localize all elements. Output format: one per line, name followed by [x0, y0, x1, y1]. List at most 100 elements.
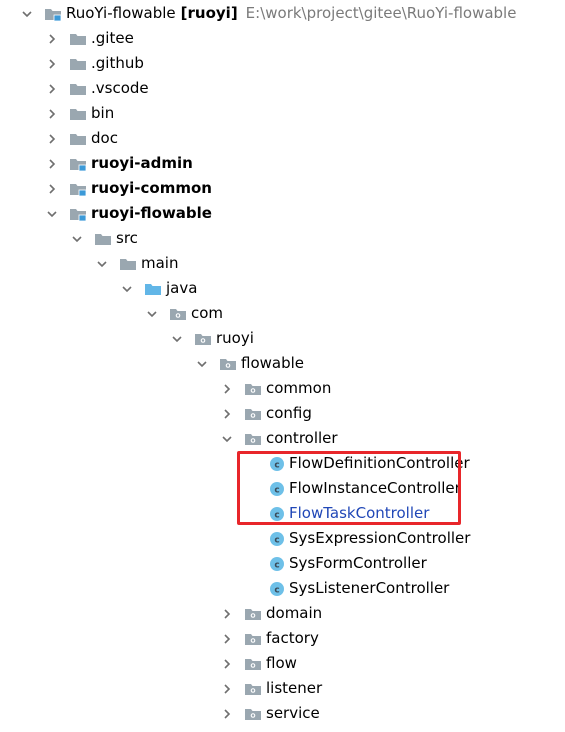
tree-item[interactable]: factory [0, 626, 565, 651]
class-item[interactable]: c SysFormController [0, 551, 565, 576]
class-item[interactable]: c SysListenerController [0, 576, 565, 601]
tree-item[interactable]: doc [0, 126, 565, 151]
tree-item-label: common [266, 379, 332, 397]
tree-item[interactable]: config [0, 401, 565, 426]
tree-item[interactable]: .vscode [0, 76, 565, 101]
tree-item-label: flow [266, 654, 297, 672]
package-icon [244, 606, 262, 622]
tree-item[interactable]: flow [0, 651, 565, 676]
package-icon [244, 406, 262, 422]
package-icon [244, 431, 262, 447]
tree-item[interactable]: ruoyi [0, 326, 565, 351]
chevron-right-icon[interactable] [45, 107, 59, 121]
highlight-box [237, 451, 461, 525]
package-icon [244, 706, 262, 722]
chevron-right-icon[interactable] [45, 182, 59, 196]
chevron-down-icon[interactable] [20, 7, 34, 21]
tree-item-label: .vscode [91, 79, 149, 97]
tree-item[interactable]: .gitee [0, 26, 565, 51]
tree-item-label: com [191, 304, 224, 322]
tree-item-label: ruoyi-common [91, 179, 212, 197]
tree-item[interactable]: main [0, 251, 565, 276]
folder-icon [69, 131, 87, 147]
class-icon: c [269, 556, 285, 572]
chevron-down-icon[interactable] [145, 307, 159, 321]
chevron-right-icon[interactable] [220, 657, 234, 671]
chevron-right-icon[interactable] [45, 132, 59, 146]
chevron-down-icon[interactable] [70, 232, 84, 246]
chevron-down-icon[interactable] [95, 257, 109, 271]
tree-item-label: SysListenerController [289, 579, 450, 597]
chevron-right-icon[interactable] [45, 32, 59, 46]
tree-item[interactable]: ruoyi-flowable [0, 201, 565, 226]
class-icon: c [269, 531, 285, 547]
tree-item-label: bin [91, 104, 115, 122]
package-icon [169, 306, 187, 322]
package-icon [194, 331, 212, 347]
tree-item-label: SysExpressionController [289, 529, 471, 547]
tree-item[interactable]: java [0, 276, 565, 301]
module-folder-icon [69, 206, 87, 222]
chevron-right-icon[interactable] [220, 607, 234, 621]
tree-item-label: service [266, 704, 320, 722]
svg-text:c: c [274, 560, 279, 570]
tree-item-label: RuoYi-flowable [66, 4, 176, 22]
tree-item[interactable]: .github [0, 51, 565, 76]
chevron-down-icon[interactable] [120, 282, 134, 296]
tree-item[interactable]: ruoyi-admin [0, 151, 565, 176]
tree-item-label: SysFormController [289, 554, 427, 572]
chevron-right-icon[interactable] [220, 632, 234, 646]
chevron-right-icon[interactable] [45, 82, 59, 96]
chevron-right-icon[interactable] [45, 157, 59, 171]
tree-item[interactable]: com [0, 301, 565, 326]
project-tree: RuoYi-flowable [ruoyi] E:\work\project\git… [0, 0, 565, 732]
tree-item-label: controller [266, 429, 338, 447]
tree-item-label: ruoyi [216, 329, 254, 347]
folder-icon [94, 231, 112, 247]
chevron-right-icon[interactable] [45, 57, 59, 71]
tree-item-label: doc [91, 129, 118, 147]
tree-item[interactable]: listener [0, 676, 565, 701]
package-icon [219, 356, 237, 372]
chevron-down-icon[interactable] [170, 332, 184, 346]
chevron-down-icon[interactable] [220, 432, 234, 446]
tree-item[interactable]: src [0, 226, 565, 251]
tree-item-label: listener [266, 679, 323, 697]
module-folder-icon [69, 181, 87, 197]
tree-item-label: domain [266, 604, 323, 622]
package-icon [244, 381, 262, 397]
folder-icon [119, 256, 137, 272]
package-icon [244, 681, 262, 697]
tree-item[interactable]: service [0, 701, 565, 726]
folder-icon [69, 81, 87, 97]
svg-text:c: c [274, 585, 279, 595]
package-icon [244, 631, 262, 647]
tree-item-label: config [266, 404, 312, 422]
chevron-right-icon[interactable] [220, 382, 234, 396]
chevron-right-icon[interactable] [220, 682, 234, 696]
project-path: E:\work\project\gitee\RuoYi-flowable [245, 4, 517, 22]
module-folder-icon [44, 6, 62, 22]
tree-item[interactable]: bin [0, 101, 565, 126]
tree-item[interactable]: domain [0, 601, 565, 626]
tree-item[interactable]: common [0, 376, 565, 401]
folder-icon [69, 56, 87, 72]
chevron-right-icon[interactable] [220, 407, 234, 421]
class-item[interactable]: c SysExpressionController [0, 526, 565, 551]
tree-item[interactable]: RuoYi-flowable [ruoyi] E:\work\project\git… [0, 1, 565, 26]
module-folder-icon [69, 156, 87, 172]
tree-item-label: flowable [241, 354, 305, 372]
folder-icon [69, 106, 87, 122]
folder-icon [69, 31, 87, 47]
chevron-right-icon[interactable] [220, 707, 234, 721]
tree-item[interactable]: controller [0, 426, 565, 451]
module-qualifier: [ruoyi] [180, 4, 238, 22]
tree-item-label: .github [91, 54, 144, 72]
tree-item-label: main [141, 254, 179, 272]
tree-item[interactable]: flowable [0, 351, 565, 376]
tree-item-label: factory [266, 629, 319, 647]
svg-text:c: c [274, 535, 279, 545]
chevron-down-icon[interactable] [45, 207, 59, 221]
tree-item[interactable]: ruoyi-common [0, 176, 565, 201]
chevron-down-icon[interactable] [195, 357, 209, 371]
